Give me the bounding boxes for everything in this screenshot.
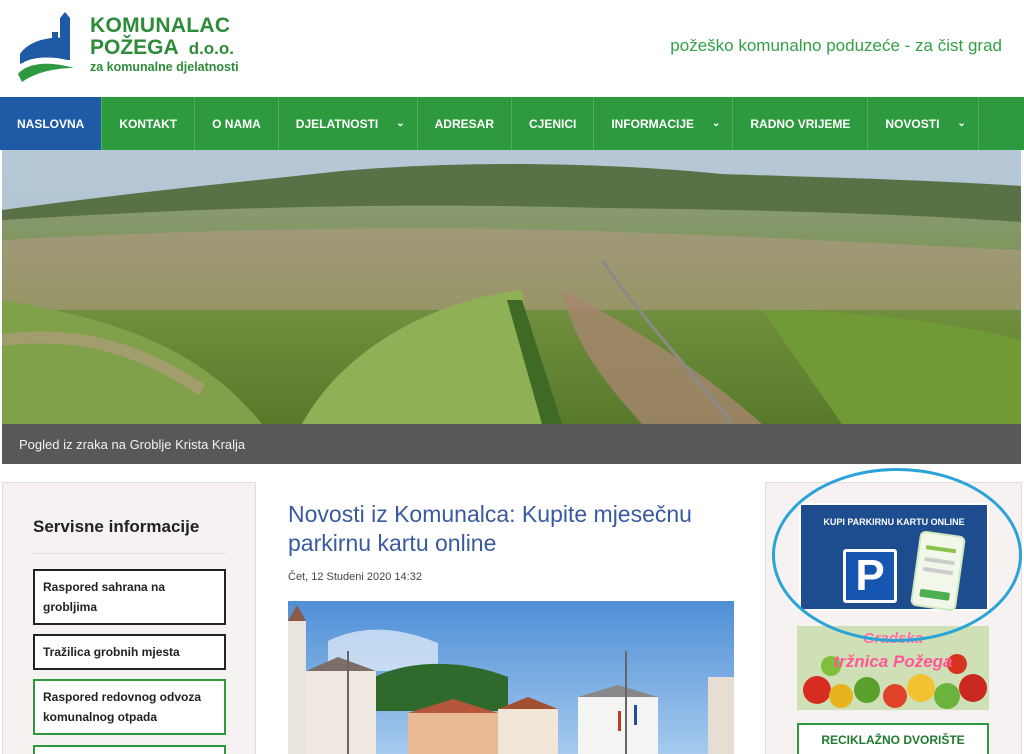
sidebar-title: Servisne informacije [33, 517, 200, 536]
nav-item-djelatnosti[interactable]: DJELATNOSTI ⌄ [279, 97, 418, 150]
nav-item-informacije[interactable]: INFORMACIJE ⌄ [594, 97, 734, 150]
news-article: Novosti iz Komunalca: Kupite mjesečnu pa… [288, 500, 738, 754]
nav-item-o-nama[interactable]: O NAMA [195, 97, 279, 150]
article-title[interactable]: Novosti iz Komunalca: Kupite mjesečnu pa… [288, 500, 738, 558]
parking-banner-label: KUPI PARKIRNU KARTU ONLINE [823, 517, 965, 527]
sidebar-link-raspored-sahrana[interactable]: Raspored sahrana na grobljima [33, 569, 226, 625]
parking-card-banner[interactable]: KUPI PARKIRNU KARTU ONLINE P [799, 503, 989, 612]
town-square-photo [288, 601, 734, 754]
hero-caption: Pogled iz zraka na Groblje Krista Kralja [19, 437, 246, 452]
logo-line2-name: POŽEGA [90, 36, 179, 59]
site-header: KOMUNALAC POŽEGA d.o.o. za komunalne djel… [0, 0, 1024, 97]
sidebar-link-label: Tražilica grobnih mjesta [43, 645, 180, 659]
site-logo[interactable]: KOMUNALAC POŽEGA d.o.o. za komunalne djel… [16, 12, 256, 84]
aerial-photo [2, 150, 1021, 424]
chevron-down-icon: ⌄ [396, 118, 405, 129]
right-sidebar: KUPI PARKIRNU KARTU ONLINE P Gradska trž… [765, 482, 1022, 754]
nav-item-radno-vrijeme[interactable]: RADNO VRIJEME [733, 97, 869, 150]
logo-line1: KOMUNALAC [90, 14, 231, 37]
nav-item-label: NOVOSTI [885, 116, 940, 131]
page: KOMUNALAC POŽEGA d.o.o. za komunalne djel… [0, 0, 1024, 754]
phone-icon [909, 530, 967, 612]
logo-mark-icon [18, 12, 74, 82]
nav-item-label: RADNO VRIJEME [750, 116, 851, 131]
nav-item-kontakt[interactable]: KONTAKT [102, 97, 196, 150]
nav-item-label: O NAMA [212, 116, 261, 131]
nav-item-label: KONTAKT [119, 116, 178, 131]
logo-line2: POŽEGA d.o.o. [90, 37, 239, 60]
logo-line3: za komunalne djelatnosti [90, 60, 239, 74]
nav-item-label: INFORMACIJE [611, 116, 694, 131]
recycling-yard-banner[interactable]: RECIKLAŽNO DVORIŠTE [797, 723, 989, 754]
sidebar-link-trazilica-grobnih-mjesta[interactable]: Tražilica grobnih mjesta [33, 634, 226, 670]
nav-item-label: DJELATNOSTI [295, 116, 379, 131]
city-market-banner[interactable]: Gradska tržnica Požega [797, 626, 989, 710]
nav-item-adresar[interactable]: ADRESAR [418, 97, 512, 150]
sidebar-link-raspored-odvoza-otpada[interactable]: Raspored redovnog odvoza komunalnog otpa… [33, 679, 226, 735]
sidebar-divider [33, 553, 226, 554]
nav-item-naslovna[interactable]: NASLOVNA [0, 97, 103, 150]
hero-caption-bar: Pogled iz zraka na Groblje Krista Kralja [2, 424, 1021, 464]
logo-line2-suffix: d.o.o. [188, 39, 235, 58]
site-tagline: požeško komunalno poduzeće - za čist gra… [670, 36, 1002, 55]
sidebar-link-label: Raspored redovnog odvoza komunalnog otpa… [43, 690, 202, 724]
main-nav: NASLOVNA KONTAKT O NAMA DJELATNOSTI ⌄ ADR… [0, 97, 1024, 150]
nav-item-label: CJENICI [528, 116, 577, 131]
chevron-down-icon: ⌄ [957, 118, 966, 129]
market-banner-line2: tržnica Požega [833, 652, 953, 671]
logo-text: KOMUNALAC POŽEGA d.o.o. za komunalne djel… [90, 14, 239, 75]
article-date: Čet, 12 Studeni 2020 14:32 [288, 571, 422, 583]
article-photo [288, 601, 734, 754]
market-banner-line1: Gradska [862, 630, 924, 647]
nav-item-cjenici[interactable]: CJENICI [512, 97, 595, 150]
service-info-sidebar: Servisne informacije Raspored sahrana na… [2, 482, 256, 754]
nav-item-label: NASLOVNA [17, 116, 85, 131]
parking-p-icon: P [843, 549, 897, 603]
sidebar-link-more[interactable] [33, 745, 226, 754]
sidebar-link-label: Raspored sahrana na grobljima [43, 580, 166, 614]
chevron-down-icon: ⌄ [712, 118, 721, 129]
hero-image: Pogled iz zraka na Groblje Krista Kralja [2, 150, 1021, 464]
nav-item-label: ADRESAR [434, 116, 494, 131]
recycling-banner-label: RECIKLAŽNO DVORIŠTE [821, 733, 965, 747]
nav-item-novosti[interactable]: NOVOSTI ⌄ [868, 97, 979, 150]
